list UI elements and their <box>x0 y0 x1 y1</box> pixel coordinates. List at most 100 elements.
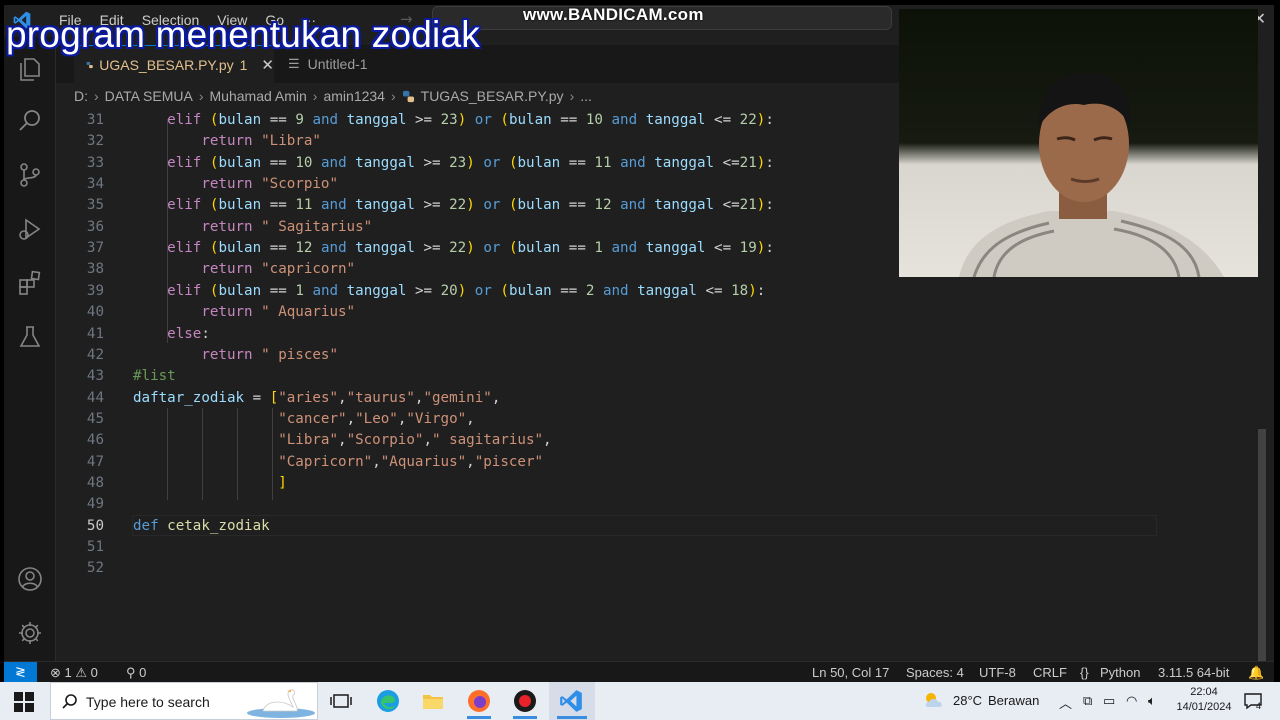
line-number: 50 <box>86 517 104 534</box>
chevron-right-icon: › <box>94 88 99 104</box>
taskbar-search-box[interactable]: Type here to search <box>50 682 318 720</box>
bandicam-watermark: www.BANDICAM.com <box>523 5 704 24</box>
encoding[interactable]: UTF-8 <box>979 665 1016 680</box>
wifi-icon[interactable]: ◠ <box>1126 693 1137 709</box>
breadcrumb-folder[interactable]: amin1234 <box>323 88 385 104</box>
code-text: elif (bulan == 1 and tanggal >= 20) or (… <box>167 282 766 299</box>
clock-time: 22:04 <box>1190 686 1218 698</box>
line-number: 39 <box>86 282 104 299</box>
line-number: 36 <box>86 218 104 235</box>
account-icon[interactable] <box>16 565 44 593</box>
notification-count: 4 <box>1256 701 1262 711</box>
source-control-icon[interactable] <box>16 161 44 189</box>
tab-label: Untitled-1 <box>307 56 368 72</box>
webcam-person-image <box>899 9 1258 277</box>
taskbar-clock[interactable]: 22:04 14/01/2024 <box>1176 685 1232 715</box>
problems-indicator[interactable]: ⊗ 1 ⚠ 0 <box>50 665 98 681</box>
code-line[interactable]: 42 return " pisces" <box>56 345 1156 366</box>
line-number: 32 <box>86 133 104 150</box>
braces-icon: {} <box>1080 665 1089 680</box>
line-number: 42 <box>86 346 104 363</box>
ports-indicator[interactable]: ⚲ 0 <box>126 665 146 681</box>
python-interpreter[interactable]: 3.11.5 64-bit <box>1158 665 1229 680</box>
code-line[interactable]: 39 elif (bulan == 1 and tanggal >= 20) o… <box>56 281 1156 302</box>
line-number: 44 <box>86 389 104 406</box>
line-number: 43 <box>86 368 104 385</box>
breadcrumb-symbol[interactable]: ... <box>580 88 592 104</box>
status-bar: ≷ ⊗ 1 ⚠ 0 ⚲ 0 Ln 50, Col 17 Spaces: 4 UT… <box>4 661 1274 682</box>
weather-temperature[interactable]: 28°C <box>953 693 982 708</box>
code-line[interactable]: 40 return " Aquarius" <box>56 302 1156 323</box>
language-mode[interactable]: Python <box>1100 665 1140 680</box>
testing-flask-icon[interactable] <box>16 323 44 351</box>
code-text: #list <box>133 368 176 385</box>
meet-now-icon[interactable]: ⧉ <box>1083 693 1092 709</box>
code-text: elif (bulan == 10 and tanggal >= 23) or … <box>167 154 774 171</box>
code-line[interactable]: 44 daftar_zodiak = ["aries","taurus","gem… <box>56 388 1156 409</box>
code-text: return "Scorpio" <box>201 176 339 193</box>
code-text: return "Libra" <box>201 133 321 150</box>
file-explorer-icon[interactable] <box>420 688 446 714</box>
line-number: 41 <box>86 325 104 342</box>
settings-gear-icon[interactable] <box>16 619 44 647</box>
extensions-icon[interactable] <box>16 269 44 297</box>
active-app-indicator <box>513 716 537 719</box>
breadcrumb-folder[interactable]: DATA SEMUA <box>105 88 193 104</box>
code-line[interactable]: 45 "cancer","Leo","Virgo", <box>56 409 1156 430</box>
indentation[interactable]: Spaces: 4 <box>906 665 964 680</box>
line-number: 47 <box>86 453 104 470</box>
remote-indicator-icon[interactable]: ≷ <box>4 662 37 682</box>
activity-bar <box>4 37 56 661</box>
code-text: ] <box>278 474 287 491</box>
code-line[interactable]: 46 "Libra","Scorpio"," sagitarius", <box>56 430 1156 451</box>
python-file-icon <box>86 61 93 68</box>
breadcrumb-file[interactable]: TUGAS_BESAR.PY.py <box>421 88 564 104</box>
line-ending[interactable]: CRLF <box>1033 665 1067 680</box>
active-app-indicator <box>557 716 587 719</box>
code-line[interactable]: 51 <box>56 537 1156 558</box>
code-text: "Libra","Scorpio"," sagitarius", <box>278 432 552 449</box>
code-line[interactable]: 52 <box>56 558 1156 579</box>
notifications-icon[interactable]: 🔔 <box>1248 665 1264 681</box>
code-text: def cetak_zodiak <box>133 517 270 534</box>
line-number: 49 <box>86 496 104 513</box>
code-line[interactable]: 47 "Capricorn","Aquarius","piscer" <box>56 452 1156 473</box>
line-number: 48 <box>86 474 104 491</box>
vertical-scrollbar[interactable] <box>1258 429 1266 669</box>
breadcrumb-drive[interactable]: D: <box>74 88 88 104</box>
webcam-overlay <box>899 9 1258 277</box>
task-view-icon[interactable] <box>328 688 354 714</box>
vscode-taskbar-icon[interactable] <box>558 688 584 714</box>
chevron-right-icon: › <box>312 88 318 104</box>
explorer-icon[interactable] <box>16 55 44 83</box>
search-icon[interactable] <box>16 107 44 135</box>
code-line[interactable]: 48 ] <box>56 473 1156 494</box>
battery-icon[interactable]: ▭ <box>1103 693 1115 709</box>
ports-count: 0 <box>139 665 147 680</box>
breadcrumb-folder[interactable]: Muhamad Amin <box>210 88 307 104</box>
code-text: return "capricorn" <box>201 261 356 278</box>
close-icon[interactable]: ✕ <box>261 56 274 74</box>
run-debug-icon[interactable] <box>16 215 44 243</box>
code-line[interactable]: 43 #list <box>56 366 1156 387</box>
code-text: return " Aquarius" <box>201 304 356 321</box>
cursor-position[interactable]: Ln 50, Col 17 <box>812 665 889 680</box>
windows-taskbar: Type here to search 28°C Berawan ︿ ⧉ ▭ ◠… <box>0 682 1280 720</box>
firefox-icon[interactable] <box>466 688 492 714</box>
windows-start-icon[interactable] <box>14 692 34 712</box>
clock-date: 14/01/2024 <box>1176 701 1232 713</box>
line-number: 40 <box>86 304 104 321</box>
chevron-up-icon[interactable]: ︿ <box>1059 693 1072 712</box>
bandicam-record-icon[interactable] <box>512 688 538 714</box>
volume-icon[interactable]: 🔈︎ <box>1148 693 1156 709</box>
code-text: return " Sagitarius" <box>201 218 373 235</box>
code-line[interactable]: 49 <box>56 494 1156 515</box>
file-lines-icon: ☰ <box>288 56 300 71</box>
python-file-icon <box>402 90 414 102</box>
edge-browser-icon[interactable] <box>375 688 401 714</box>
breadcrumb: D: › DATA SEMUA › Muhamad Amin › amin1234 › … <box>74 83 592 109</box>
weather-description[interactable]: Berawan <box>988 693 1039 708</box>
line-number: 37 <box>86 240 104 257</box>
code-line[interactable]: 50 def cetak_zodiak <box>56 516 1156 537</box>
code-line[interactable]: 41 else: <box>56 324 1156 345</box>
